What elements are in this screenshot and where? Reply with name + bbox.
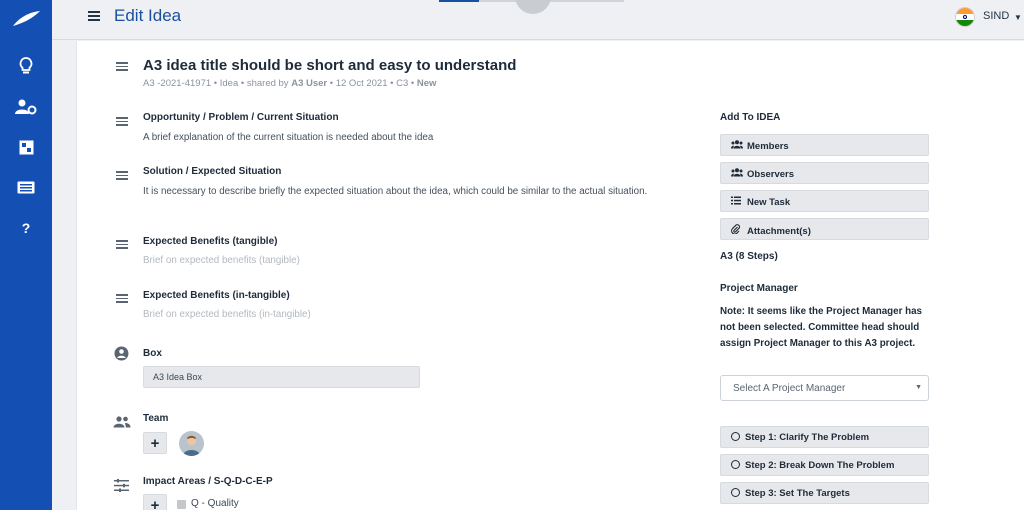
pm-select-placeholder: Select A Project Manager — [733, 383, 846, 394]
menu-icon[interactable] — [88, 11, 100, 21]
solution-text[interactable]: It is necessary to describe briefly the … — [143, 184, 673, 200]
solution-title: Solution / Expected Situation — [143, 166, 282, 177]
sidebar: ? — [0, 0, 52, 510]
step-2-button[interactable]: Step 2: Break Down The Problem — [720, 454, 929, 476]
new-task-button[interactable]: New Task — [720, 190, 929, 212]
page-title: Edit Idea — [114, 6, 182, 25]
top-tab-track — [479, 0, 624, 2]
members-label: Members — [747, 141, 789, 152]
opportunity-title: Opportunity / Problem / Current Situatio… — [143, 112, 339, 123]
intangible-field[interactable]: Brief on expected benefits (in-tangible) — [143, 309, 311, 320]
team-title: Team — [143, 413, 169, 424]
sliders-icon — [114, 479, 129, 492]
attachments-label: Attachment(s) — [747, 226, 811, 237]
step-1-button[interactable]: Step 1: Clarify The Problem — [720, 426, 929, 448]
a3-steps-title: A3 (8 Steps) — [720, 251, 778, 262]
help-icon[interactable]: ? — [14, 216, 38, 240]
step-2-label: Step 2: Break Down The Problem — [745, 460, 895, 471]
logo-icon[interactable] — [11, 10, 41, 28]
impact-title: Impact Areas / S-Q-D-C-E-P — [143, 476, 273, 487]
dashboard-icon[interactable] — [14, 135, 38, 159]
quality-checkbox[interactable] — [177, 500, 186, 509]
box-select[interactable]: A3 Idea Box — [143, 366, 420, 388]
text-lines-icon — [116, 117, 128, 127]
opportunity-text[interactable]: A brief explanation of the current situa… — [143, 130, 673, 146]
add-impact-area-button[interactable]: + — [143, 494, 167, 510]
project-manager-note: Note: It seems like the Project Manager … — [720, 306, 922, 349]
step-3-button[interactable]: Step 3: Set The Targets — [720, 482, 929, 504]
user-settings-icon[interactable] — [14, 95, 38, 119]
step-3-label: Step 3: Set The Targets — [745, 488, 850, 499]
text-lines-icon — [116, 294, 128, 304]
project-manager-title: Project Manager — [720, 283, 798, 294]
top-center-button[interactable] — [515, 0, 551, 14]
circle-icon — [731, 460, 740, 469]
text-lines-icon — [116, 240, 128, 250]
intangible-title: Expected Benefits (in-tangible) — [143, 290, 290, 301]
top-bar: Edit Idea SIND ▼ — [52, 0, 1024, 40]
tangible-title: Expected Benefits (tangible) — [143, 236, 278, 247]
add-team-member-button[interactable]: + — [143, 432, 167, 454]
avatar[interactable] — [179, 431, 204, 456]
language-selector[interactable]: SIND — [983, 10, 1009, 22]
india-flag-icon[interactable] — [955, 7, 975, 27]
observers-button[interactable]: Observers — [720, 162, 929, 184]
step-1-label: Step 1: Clarify The Problem — [745, 432, 870, 443]
circle-icon — [731, 488, 740, 497]
list-icon — [731, 196, 743, 208]
account-circle-icon — [114, 346, 129, 361]
top-tab-active[interactable] — [439, 0, 479, 2]
meta-user[interactable]: A3 User — [291, 78, 327, 89]
chevron-down-icon: ▼ — [915, 384, 922, 391]
tangible-field[interactable]: Brief on expected benefits (tangible) — [143, 255, 300, 266]
box-title: Box — [143, 348, 162, 359]
meta-status: New — [416, 78, 437, 89]
attachments-button[interactable]: Attachment(s) — [720, 218, 929, 240]
quality-label: Q - Quality — [191, 498, 239, 509]
add-to-idea-title: Add To IDEA — [720, 112, 781, 123]
idea-title[interactable]: A3 idea title should be short and easy t… — [143, 57, 516, 74]
users-icon — [731, 140, 743, 152]
chevron-down-icon[interactable]: ▼ — [1014, 13, 1022, 22]
text-lines-icon — [116, 171, 128, 181]
team-icon — [113, 416, 131, 428]
meta-prefix: A3 -2021-41971 • Idea • shared by — [143, 78, 292, 89]
text-lines-icon — [116, 62, 128, 72]
users-icon — [731, 168, 743, 180]
circle-icon — [731, 432, 740, 441]
lightbulb-icon[interactable] — [14, 54, 38, 78]
project-manager-select[interactable]: Select A Project Manager ▼ — [720, 375, 929, 401]
edit-idea-card: A3 idea title should be short and easy t… — [76, 41, 1024, 510]
members-button[interactable]: Members — [720, 134, 929, 156]
meta-suffix: • 12 Oct 2021 • C3 • — [327, 78, 417, 89]
idea-meta: A3 -2021-41971 • Idea • shared by A3 Use… — [143, 78, 436, 89]
id-card-icon[interactable] — [14, 175, 38, 199]
new-task-label: New Task — [747, 197, 791, 208]
observers-label: Observers — [747, 169, 795, 180]
paperclip-icon — [731, 224, 743, 237]
